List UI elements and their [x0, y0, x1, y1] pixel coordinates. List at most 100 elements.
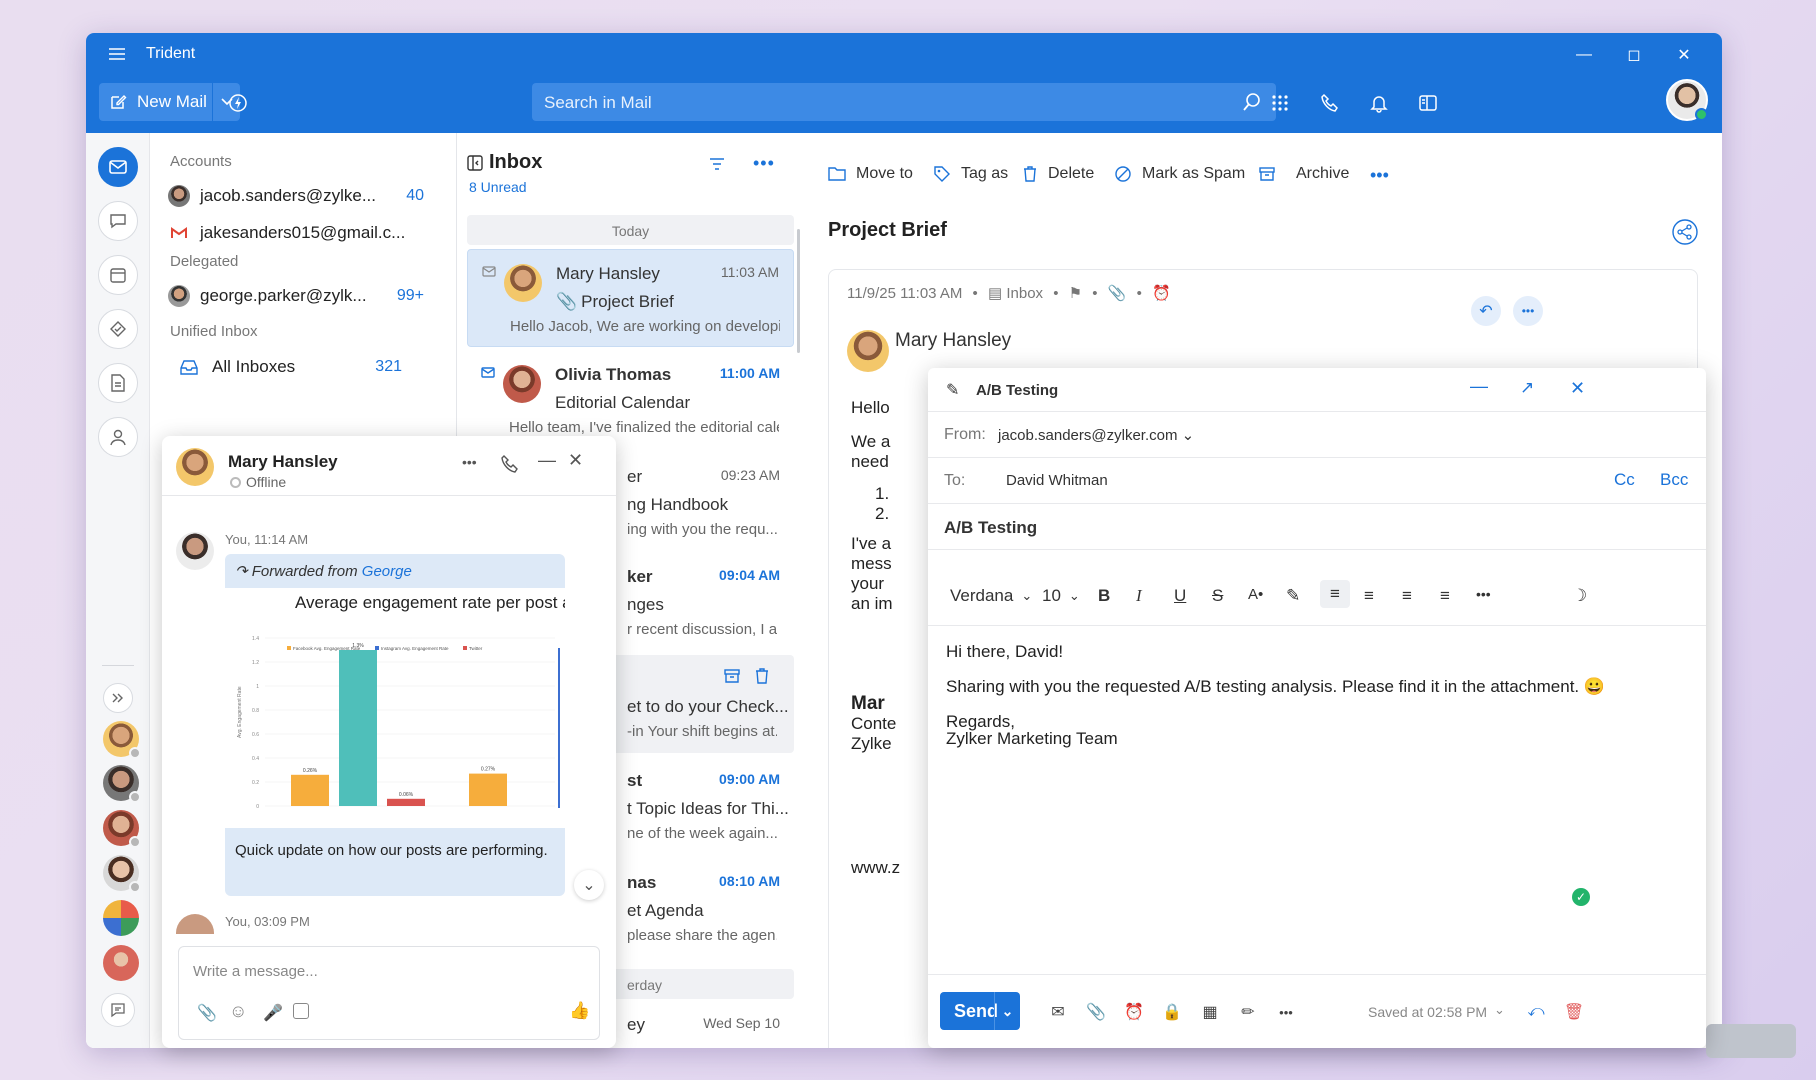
feedback-icon[interactable] [101, 993, 135, 1027]
grammar-check-icon[interactable]: ✓ [1572, 888, 1590, 906]
new-mail-button[interactable]: New Mail [99, 83, 240, 121]
archive-icon[interactable] [723, 667, 741, 685]
close-chat-icon[interactable]: ✕ [568, 450, 583, 471]
mark-spam-button[interactable]: Mark as Spam [1114, 165, 1245, 183]
account-item[interactable]: jakesanders015@gmail.c... [168, 222, 408, 244]
compose-body-line[interactable]: Hi there, David! [946, 642, 1063, 662]
recording-controls[interactable] [1706, 1024, 1796, 1058]
mail-item[interactable]: Olivia Thomas 11:00 AM Editorial Calenda… [467, 351, 794, 449]
group-avatar[interactable] [103, 945, 139, 981]
search-input[interactable]: Search in Mail [532, 83, 1276, 121]
strikethrough-icon[interactable]: S [1212, 586, 1223, 606]
underline-icon[interactable]: U [1174, 586, 1186, 606]
more-tools-icon[interactable]: ••• [1274, 1000, 1298, 1024]
close-icon[interactable]: ✕ [1666, 43, 1702, 67]
dark-mode-icon[interactable]: ☽ [1572, 586, 1587, 606]
tag-as-button[interactable]: Tag as [933, 165, 1008, 183]
italic-icon[interactable]: I [1136, 586, 1142, 606]
align-center-icon[interactable]: ≡ [1402, 586, 1412, 606]
chat-rail-icon[interactable] [98, 201, 138, 241]
chevron-down-icon[interactable]: ⌄ [1494, 1002, 1505, 1018]
search-icon[interactable] [1242, 92, 1262, 112]
tasks-rail-icon[interactable] [98, 309, 138, 349]
recipient-chip[interactable]: David Whitman [1006, 472, 1108, 489]
emoji-icon[interactable]: ☺ [229, 1001, 247, 1022]
text-color-icon[interactable]: A• [1248, 586, 1263, 603]
bcc-link[interactable]: Bcc [1660, 470, 1688, 490]
justify-icon[interactable]: ≡ [1440, 586, 1450, 606]
bold-icon[interactable]: B [1098, 586, 1110, 606]
more-actions-icon[interactable]: ••• [1370, 165, 1389, 186]
minimize-icon[interactable]: — [1566, 43, 1602, 67]
menu-icon[interactable] [108, 47, 126, 61]
collapse-pane-icon[interactable] [467, 155, 483, 171]
scroll-down-icon[interactable]: ⌄ [574, 870, 604, 900]
all-inboxes-item[interactable]: All Inboxes 321 [180, 357, 402, 377]
maximize-icon[interactable]: ◻ [1616, 43, 1652, 67]
minimize-compose-icon[interactable]: — [1470, 376, 1488, 397]
chat-message-input[interactable]: Write a message... [193, 963, 318, 980]
contacts-rail-icon[interactable] [98, 417, 138, 457]
account-item[interactable]: jacob.sanders@zylke... 40 [168, 185, 424, 207]
highlight-icon[interactable]: ✎ [1286, 586, 1300, 606]
bell-icon[interactable] [1367, 91, 1391, 115]
filter-icon[interactable] [709, 157, 725, 171]
minimize-chat-icon[interactable]: — [538, 450, 556, 471]
call-icon[interactable] [500, 454, 520, 474]
thumbs-up-icon[interactable]: 👍 [569, 1001, 590, 1021]
more-options-icon[interactable]: ••• [1513, 296, 1543, 326]
templates-icon[interactable]: ✉ [1046, 1000, 1070, 1024]
attach-icon[interactable]: 📎 [1084, 1000, 1108, 1024]
reminder-icon[interactable]: ⏰ [1152, 285, 1171, 302]
share-icon[interactable] [1672, 219, 1698, 245]
mail-rail-icon[interactable] [98, 147, 138, 187]
subject-input[interactable]: A/B Testing [944, 518, 1037, 538]
attach-icon[interactable]: 📎 [197, 1003, 217, 1023]
insert-table-icon[interactable]: ▦ [1198, 1000, 1222, 1024]
close-compose-icon[interactable]: ✕ [1570, 378, 1585, 399]
mic-icon[interactable]: 🎤 [263, 1003, 283, 1023]
align-right-icon[interactable]: ≡ [1364, 586, 1374, 606]
signature-icon[interactable]: ✏ [1236, 1000, 1260, 1024]
quick-actions-icon[interactable] [226, 91, 250, 115]
discard-icon[interactable]: 🗑 [1562, 1000, 1586, 1024]
schedule-icon[interactable]: ⏰ [1122, 1000, 1146, 1024]
list-scrollbar[interactable] [797, 229, 800, 353]
compose-body-line[interactable]: Zylker Marketing Team [946, 729, 1118, 749]
mail-item[interactable]: Mary Hansley 11:03 AM 📎 Project Brief Hel… [467, 249, 794, 347]
expand-rail-icon[interactable] [103, 683, 133, 713]
chart-image[interactable]: Average engagement rate per post across … [225, 588, 565, 828]
delegated-item[interactable]: george.parker@zylk... 99+ [168, 285, 424, 307]
forwarded-from-link[interactable]: George [362, 563, 412, 580]
cc-link[interactable]: Cc [1614, 470, 1635, 490]
apps-grid-icon[interactable] [1268, 91, 1292, 115]
compose-body-line[interactable]: Sharing with you the requested A/B testi… [946, 677, 1605, 697]
from-select[interactable]: jacob.sanders@zylker.com ⌄ [998, 426, 1194, 444]
more-format-icon[interactable]: ••• [1476, 586, 1491, 602]
move-to-button[interactable]: Move to [828, 165, 913, 183]
user-avatar[interactable] [1666, 79, 1708, 121]
contact-avatar[interactable] [103, 765, 141, 803]
contact-avatar[interactable] [103, 855, 141, 893]
attachment-icon[interactable]: 📎 [1108, 285, 1127, 302]
archive-button[interactable]: Archive [1258, 165, 1349, 183]
edit-icon[interactable] [293, 1003, 309, 1019]
send-options-icon[interactable]: ⌄ [994, 992, 1020, 1030]
contact-avatar[interactable] [103, 721, 141, 759]
flag-icon[interactable]: ⚑ [1069, 285, 1082, 302]
unread-envelope-icon[interactable] [481, 367, 495, 378]
panel-toggle-icon[interactable] [1416, 91, 1440, 115]
notes-rail-icon[interactable] [98, 363, 138, 403]
group-avatar[interactable] [103, 900, 139, 936]
delete-icon[interactable] [753, 667, 771, 685]
lock-icon[interactable]: 🔒 [1160, 1000, 1184, 1024]
popout-icon[interactable]: ↗ [1520, 378, 1534, 398]
send-button[interactable]: Send ⌄ [940, 992, 1020, 1030]
unread-count-label[interactable]: 8 Unread [469, 179, 527, 195]
font-size-select[interactable]: 10 ⌄ [1042, 586, 1080, 606]
more-options-icon[interactable]: ••• [753, 153, 775, 174]
font-family-select[interactable]: Verdana ⌄ [950, 586, 1032, 606]
phone-icon[interactable] [1318, 91, 1342, 115]
align-left-icon[interactable]: ≡ [1320, 580, 1350, 608]
delete-button[interactable]: Delete [1022, 165, 1094, 183]
